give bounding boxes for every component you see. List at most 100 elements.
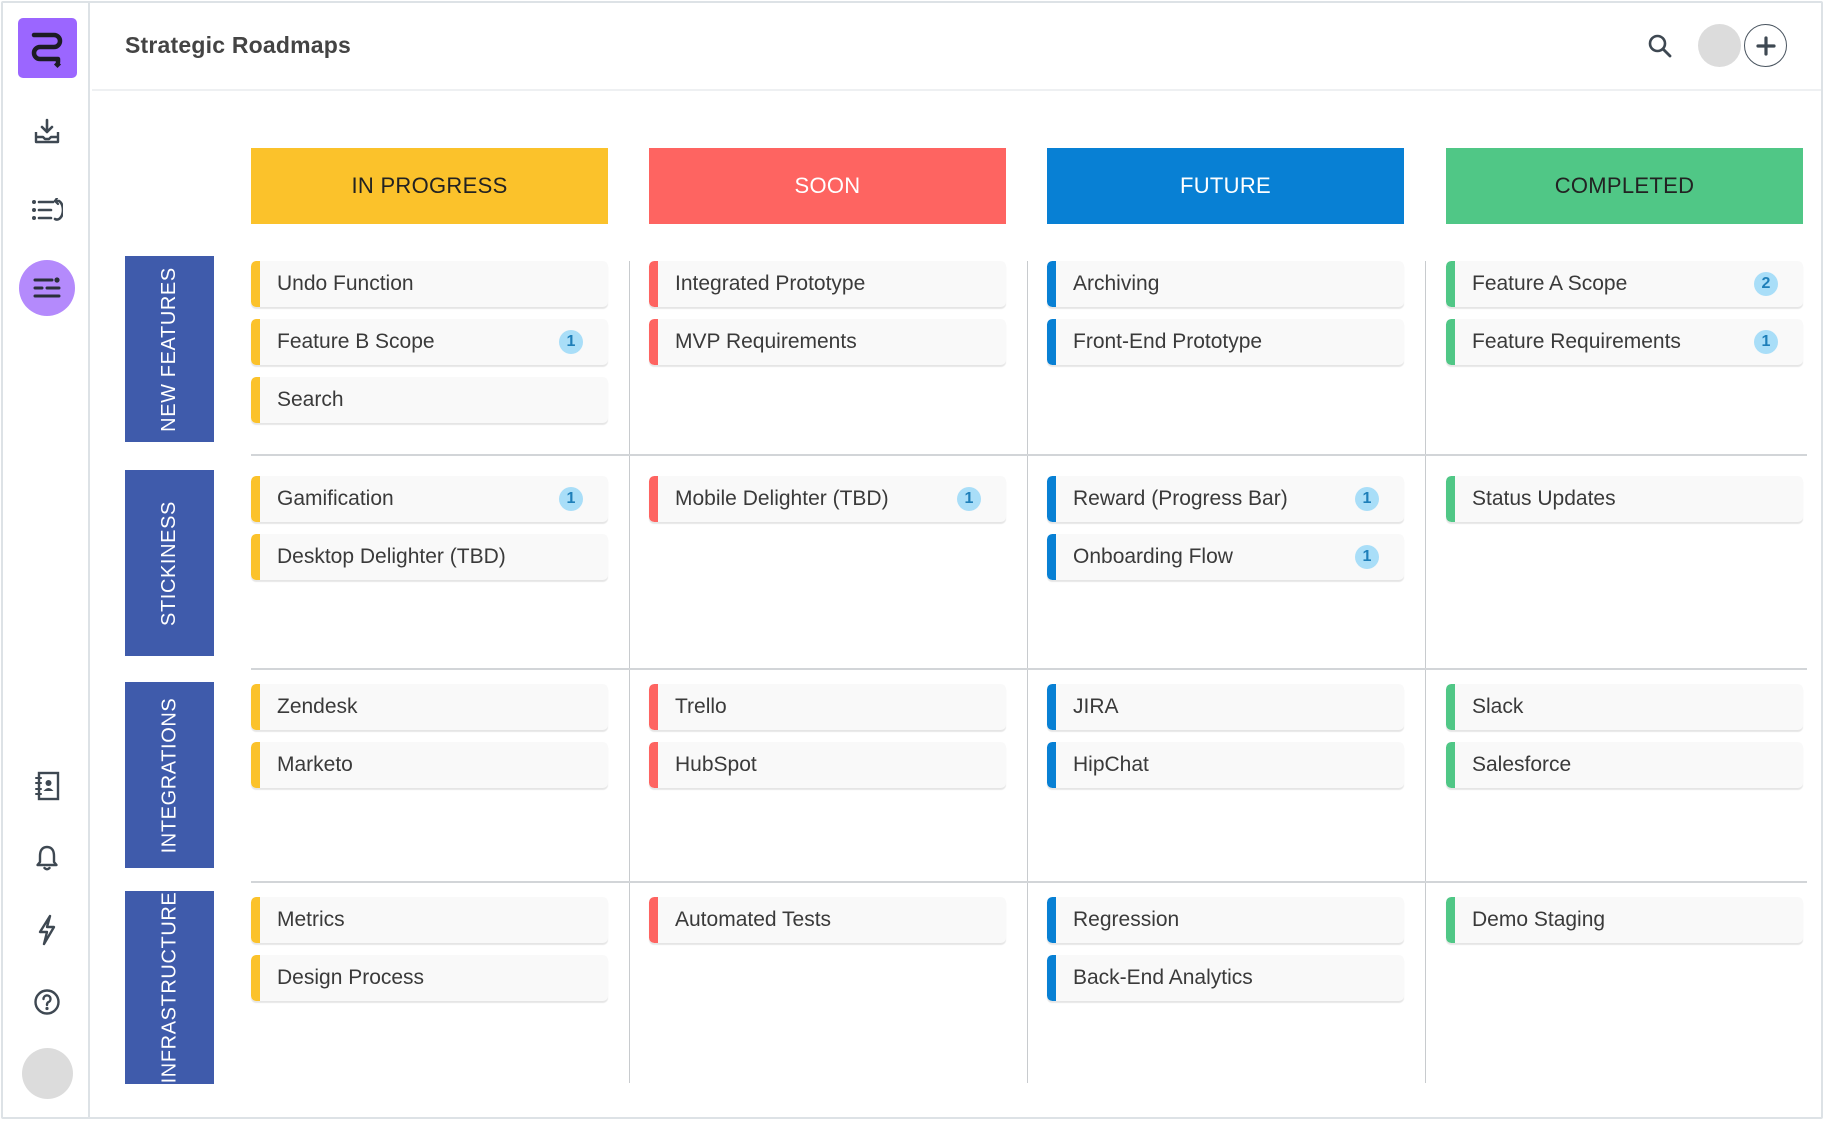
roadmap-card[interactable]: HubSpot (649, 742, 1006, 788)
card-title: Front-End Prototype (1073, 330, 1263, 353)
card-title: Onboarding Flow (1073, 545, 1233, 568)
board-cell: Demo Staging (1446, 897, 1803, 943)
board-cell: Metrics Design Process (251, 897, 608, 1001)
roadmap-card[interactable]: Automated Tests (649, 897, 1006, 943)
sidebar-item-roadmaps[interactable] (19, 260, 75, 316)
roadmap-card[interactable]: Gamification 1 (251, 476, 608, 522)
roadmap-card[interactable]: Archiving (1047, 261, 1404, 307)
column-header-soon[interactable]: SOON (649, 148, 1006, 224)
roadmap-card[interactable]: MVP Requirements (649, 319, 1006, 365)
comment-count-badge: 1 (1754, 330, 1778, 354)
roadmap-card[interactable]: Front-End Prototype (1047, 319, 1404, 365)
list-return-icon (31, 198, 63, 221)
sidebar (3, 3, 90, 1117)
column-header-in-progress[interactable]: IN PROGRESS (251, 148, 608, 224)
logo-glyph-icon (31, 32, 62, 69)
card-title: Reward (Progress Bar) (1073, 487, 1288, 510)
sidebar-item-import[interactable] (3, 111, 90, 151)
card-title: HipChat (1073, 753, 1149, 776)
roadmap-card[interactable]: Design Process (251, 955, 608, 1001)
sliders-list-icon (33, 277, 61, 298)
column-divider (629, 261, 630, 1083)
card-title: Demo Staging (1472, 908, 1606, 931)
sidebar-item-activity[interactable] (3, 910, 90, 950)
card-title: Gamification (277, 487, 394, 510)
roadmap-card[interactable]: JIRA (1047, 684, 1404, 730)
lightning-icon (38, 914, 55, 946)
app-window: Strategic Roadmaps IN PROGRESS SOON FUTURE… (1, 1, 1823, 1119)
roadmap-card[interactable]: Trello (649, 684, 1006, 730)
board-cell: JIRA HipChat (1047, 684, 1404, 788)
roadmap-card[interactable]: Onboarding Flow 1 (1047, 534, 1404, 580)
plus-icon (1755, 35, 1776, 56)
roadmap-card[interactable]: Slack (1446, 684, 1803, 730)
comment-count-badge: 1 (1355, 545, 1379, 569)
card-title: Feature A Scope (1472, 272, 1628, 295)
board-cell: Automated Tests (649, 897, 1006, 943)
row-label-stickiness[interactable]: STICKINESS (125, 470, 214, 656)
column-divider (1425, 261, 1426, 1083)
roadmap-card[interactable]: Reward (Progress Bar) 1 (1047, 476, 1404, 522)
card-title: Integrated Prototype (675, 272, 866, 295)
card-title: Metrics (277, 908, 345, 931)
roadmap-card[interactable]: HipChat (1047, 742, 1404, 788)
sidebar-item-help[interactable] (3, 982, 90, 1022)
roadmap-card[interactable]: Search (251, 377, 608, 423)
roadmap-card[interactable]: Demo Staging (1446, 897, 1803, 943)
card-title: Mobile Delighter (TBD) (675, 487, 889, 510)
row-divider (251, 668, 1807, 670)
roadmap-card[interactable]: Salesforce (1446, 742, 1803, 788)
page-title: Strategic Roadmaps (125, 32, 351, 58)
board-cell: Gamification 1 Desktop Delighter (TBD) (251, 476, 608, 580)
card-title: Regression (1073, 908, 1180, 931)
card-title: Design Process (277, 966, 425, 989)
board-cell: Slack Salesforce (1446, 684, 1803, 788)
sidebar-item-contacts[interactable] (3, 766, 90, 806)
roadmap-card[interactable]: Metrics (251, 897, 608, 943)
column-header-completed[interactable]: COMPLETED (1446, 148, 1803, 224)
row-label-integrations[interactable]: INTEGRATIONS (125, 682, 214, 868)
sidebar-item-backlog[interactable] (3, 190, 90, 230)
comment-count-badge: 1 (559, 330, 583, 354)
board-cell: Mobile Delighter (TBD) 1 (649, 476, 1006, 522)
board-cell: Reward (Progress Bar) 1 Onboarding Flow 1 (1047, 476, 1404, 580)
card-title: Back-End Analytics (1073, 966, 1253, 989)
board-cell: Trello HubSpot (649, 684, 1006, 788)
search-button[interactable] (1645, 31, 1675, 61)
roadmap-card[interactable]: Marketo (251, 742, 608, 788)
row-label-infrastructure[interactable]: INFRASTRUCTURE (125, 891, 214, 1084)
sidebar-item-notifications[interactable] (3, 838, 90, 878)
roadmap-card[interactable]: Zendesk (251, 684, 608, 730)
roadmap-card[interactable]: Mobile Delighter (TBD) 1 (649, 476, 1006, 522)
roadmap-card[interactable]: Feature Requirements 1 (1446, 319, 1803, 365)
user-avatar[interactable] (22, 1048, 73, 1099)
roadmap-logo[interactable] (18, 18, 77, 78)
comment-count-badge: 1 (559, 487, 583, 511)
board-cell: Integrated Prototype MVP Requirements (649, 261, 1006, 365)
board-cell: Archiving Front-End Prototype (1047, 261, 1404, 365)
roadmap-card[interactable]: Back-End Analytics (1047, 955, 1404, 1001)
roadmap-card[interactable]: Regression (1047, 897, 1404, 943)
comment-count-badge: 1 (1355, 487, 1379, 511)
roadmap-card[interactable]: Feature A Scope 2 (1446, 261, 1803, 307)
add-button[interactable] (1744, 24, 1787, 67)
roadmap-card[interactable]: Integrated Prototype (649, 261, 1006, 307)
row-label-new-features[interactable]: NEW FEATURES (125, 256, 214, 442)
row-divider (251, 454, 1807, 456)
top-bar: Strategic Roadmaps (92, 3, 1821, 91)
roadmap-card[interactable]: Undo Function (251, 261, 608, 307)
card-title: Zendesk (277, 695, 358, 718)
row-label-text: NEW FEATURES (158, 266, 180, 432)
column-divider (1027, 261, 1028, 1083)
board-cell: Undo Function Feature B Scope 1 Search (251, 261, 608, 423)
roadmap-card[interactable]: Desktop Delighter (TBD) (251, 534, 608, 580)
board-cell: Regression Back-End Analytics (1047, 897, 1404, 1001)
roadmap-card[interactable]: Status Updates (1446, 476, 1803, 522)
card-title: Automated Tests (675, 908, 832, 931)
roadmap-card[interactable]: Feature B Scope 1 (251, 319, 608, 365)
search-icon (1648, 34, 1672, 58)
profile-avatar[interactable] (1698, 24, 1741, 67)
card-title: Salesforce (1472, 753, 1572, 776)
column-header-future[interactable]: FUTURE (1047, 148, 1404, 224)
card-title: Desktop Delighter (TBD) (277, 545, 506, 568)
